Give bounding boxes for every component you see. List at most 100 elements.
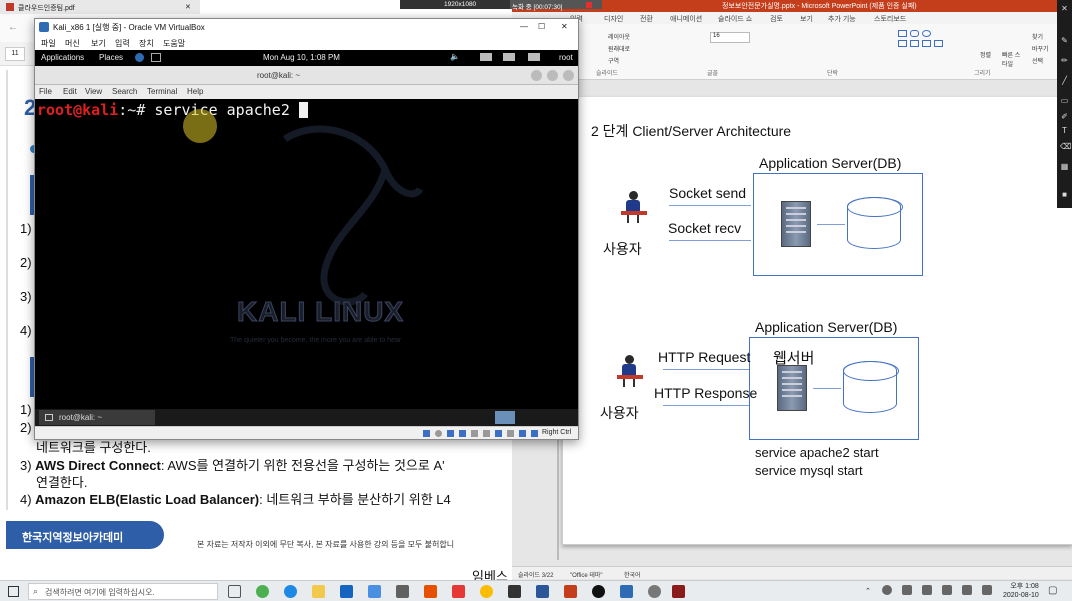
close-icon[interactable]: ✕ xyxy=(1060,4,1069,13)
shapes-gallery[interactable] xyxy=(898,30,968,62)
arrange-button[interactable]: 정렬 xyxy=(980,50,991,59)
pdf-reader-icon[interactable] xyxy=(452,585,465,598)
office-icon[interactable] xyxy=(424,585,437,598)
pdf-tab[interactable]: 클라우드인증팀.pdf ✕ xyxy=(0,0,200,14)
ime-tray-icon[interactable] xyxy=(982,585,992,595)
browser-icon[interactable] xyxy=(135,53,144,62)
slide-canvas[interactable]: 2 단계 Client/Server Architecture Applicat… xyxy=(562,97,1072,545)
zoom-field[interactable]: 11 xyxy=(5,47,25,61)
battery-tray-icon[interactable] xyxy=(962,585,972,595)
tray-icon[interactable] xyxy=(902,585,912,595)
menu-machine[interactable]: 머신 xyxy=(65,38,80,49)
close-icon[interactable]: ✕ xyxy=(561,22,568,31)
menu-view[interactable]: 보기 xyxy=(91,38,106,49)
maximize-icon[interactable]: ☐ xyxy=(538,22,545,31)
eraser-icon[interactable]: ⌫ xyxy=(1060,142,1071,151)
gear-icon[interactable] xyxy=(648,585,661,598)
windows-start-icon[interactable] xyxy=(8,586,19,597)
word-icon[interactable] xyxy=(536,585,549,598)
network-tray-icon[interactable] xyxy=(922,585,932,595)
terminal-app-icon[interactable] xyxy=(508,585,521,598)
pen-icon[interactable]: ✎ xyxy=(1060,36,1069,45)
highlighter-icon[interactable]: ✐ xyxy=(1060,112,1069,121)
shared-folder-icon[interactable] xyxy=(483,430,490,437)
minimize-icon[interactable] xyxy=(531,70,542,81)
term-menu-view[interactable]: View xyxy=(85,87,102,96)
back-arrow-icon[interactable]: ← xyxy=(8,22,18,33)
select-button[interactable]: 선택 xyxy=(1032,56,1043,65)
display-icon[interactable] xyxy=(495,430,502,437)
gnome-clock[interactable]: Mon Aug 10, 1:08 PM xyxy=(263,53,340,62)
powerpoint-icon[interactable] xyxy=(564,585,577,598)
minimize-icon[interactable]: — xyxy=(520,22,528,31)
term-menu-file[interactable]: File xyxy=(39,87,52,96)
virtualbox-taskbar-icon[interactable] xyxy=(620,585,633,598)
close-icon[interactable] xyxy=(563,70,574,81)
maximize-icon[interactable] xyxy=(547,70,558,81)
chevron-up-icon[interactable]: ⌃ xyxy=(865,587,871,595)
volume-tray-icon[interactable] xyxy=(942,585,952,595)
section-button[interactable]: 구역 xyxy=(608,56,619,65)
rectangle-shape-icon[interactable] xyxy=(898,40,907,47)
tab-addins[interactable]: 추가 기능 xyxy=(828,14,856,24)
volume-icon[interactable]: 🔈 xyxy=(450,52,460,61)
grid-icon[interactable]: ▦ xyxy=(1060,162,1069,171)
font-size-field[interactable]: 16 xyxy=(710,32,750,43)
places-menu[interactable]: Places xyxy=(99,53,123,62)
power-icon[interactable] xyxy=(528,53,540,61)
rectangle-icon[interactable]: ▭ xyxy=(1060,96,1069,105)
tab-animations[interactable]: 애니메이션 xyxy=(670,14,702,24)
chrome-icon[interactable] xyxy=(480,585,493,598)
workspace-switcher[interactable] xyxy=(495,411,515,424)
recorder-app-icon[interactable] xyxy=(592,585,605,598)
reset-button[interactable]: 원래대로 xyxy=(608,44,630,53)
terminal-icon[interactable] xyxy=(151,53,161,62)
settings-icon[interactable] xyxy=(256,585,269,598)
tab-view[interactable]: 보기 xyxy=(800,14,813,24)
app-icon[interactable] xyxy=(396,585,409,598)
replace-button[interactable]: 바꾸기 xyxy=(1032,44,1049,53)
arrow-shape-icon[interactable] xyxy=(922,40,931,47)
tab-storyboard[interactable]: 스토리보드 xyxy=(874,14,906,24)
applications-menu[interactable]: Applications xyxy=(41,53,84,62)
notifications-icon[interactable]: ▢ xyxy=(1048,585,1057,596)
pencil-icon[interactable]: ✏ xyxy=(1060,56,1069,65)
term-menu-search[interactable]: Search xyxy=(112,87,137,96)
edge-icon[interactable] xyxy=(284,585,297,598)
file-explorer-icon[interactable] xyxy=(312,585,325,598)
text-icon[interactable]: T xyxy=(1060,126,1069,135)
term-menu-help[interactable]: Help xyxy=(187,87,203,96)
hdd-icon[interactable] xyxy=(423,430,430,437)
display-icon[interactable] xyxy=(503,53,515,61)
app-icon[interactable] xyxy=(672,585,685,598)
store-icon[interactable] xyxy=(368,585,381,598)
usb-icon[interactable] xyxy=(471,430,478,437)
menu-input[interactable]: 입력 xyxy=(115,38,130,49)
tab-slideshow[interactable]: 슬라이드 쇼 xyxy=(718,14,752,24)
audio-icon[interactable] xyxy=(447,430,454,437)
mail-icon[interactable] xyxy=(340,585,353,598)
terminal-body[interactable]: KALI LINUX The quieter you become, the m… xyxy=(35,99,578,409)
star-shape-icon[interactable] xyxy=(934,40,943,47)
stop-icon[interactable] xyxy=(586,2,592,8)
mouse-integration-icon[interactable] xyxy=(531,430,538,437)
term-menu-edit[interactable]: Edit xyxy=(63,87,77,96)
tab-design[interactable]: 디자인 xyxy=(604,14,623,24)
network-icon[interactable] xyxy=(480,53,492,61)
tray-icon[interactable] xyxy=(882,585,892,595)
user-menu[interactable]: root xyxy=(559,53,573,62)
recording-icon[interactable] xyxy=(507,430,514,437)
rounded-rect-shape-icon[interactable] xyxy=(910,30,919,37)
find-button[interactable]: 찾기 xyxy=(1032,32,1043,41)
optical-icon[interactable] xyxy=(435,430,442,437)
color-swatch-icon[interactable]: ■ xyxy=(1060,190,1069,199)
task-view-icon[interactable] xyxy=(228,585,241,598)
tab-transitions[interactable]: 전환 xyxy=(640,14,653,24)
menu-devices[interactable]: 장치 xyxy=(139,38,154,49)
taskbar-clock[interactable]: 오후 1:08 2020-08-10 xyxy=(1003,582,1039,600)
menu-file[interactable]: 파일 xyxy=(41,38,56,49)
triangle-shape-icon[interactable] xyxy=(910,40,919,47)
menu-help[interactable]: 도움말 xyxy=(163,38,185,49)
oval-shape-icon[interactable] xyxy=(922,30,931,37)
tab-review[interactable]: 검토 xyxy=(770,14,783,24)
